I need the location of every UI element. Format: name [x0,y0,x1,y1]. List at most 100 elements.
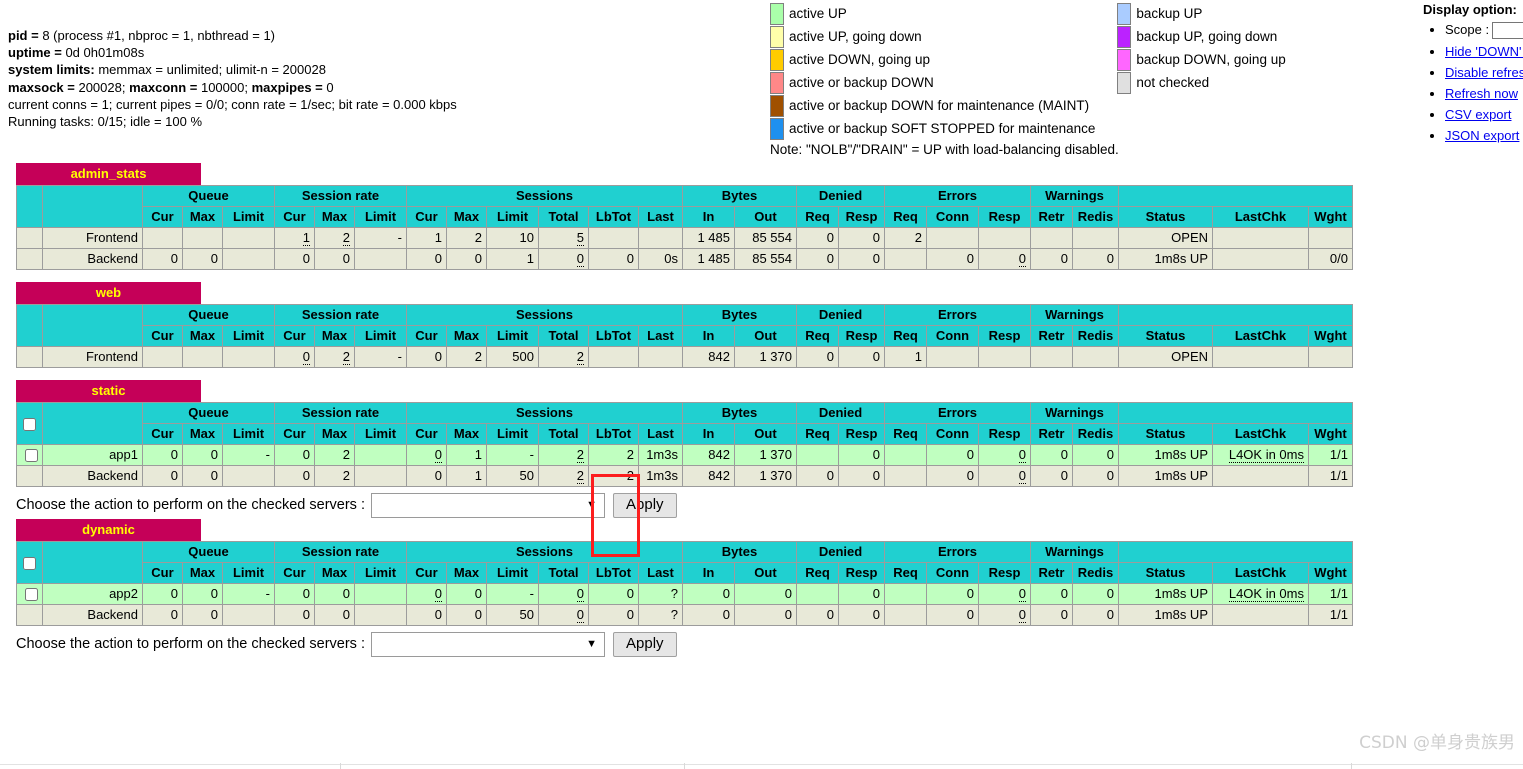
cell-in: 842 [682,465,735,487]
proxy-block: web Queue Session rate Sessions Bytes Denied E… [8,282,1523,380]
cell-cur[interactable]: 0 [274,346,315,368]
column-header-retr: Retr [1030,325,1073,347]
hide-down-servers-link[interactable]: Hide 'DOWN' servers [1445,44,1523,59]
cell-cur[interactable]: 1 [274,227,315,249]
cell-tooltip-value[interactable]: 5 [576,230,584,246]
scope-input[interactable] [1492,22,1523,40]
column-header-out: Out [734,325,797,347]
cell-limit: - [486,583,539,605]
cell-redis [1072,346,1119,368]
cell-last: 1m3s [638,444,683,466]
cell-cur[interactable]: 0 [406,444,447,466]
cell-tooltip-value[interactable]: 0 [576,586,584,602]
column-group-warnings: Warnings [1030,402,1119,424]
disable-refresh-link[interactable]: Disable refresh [1445,65,1523,80]
cell-redis: 0 [1072,248,1119,270]
refresh-now-item[interactable]: Refresh now [1445,86,1523,102]
cell-total[interactable]: 0 [538,248,589,270]
cell-tooltip-value[interactable]: 0 [576,607,584,623]
cell-tooltip-value[interactable]: 0 [1018,586,1026,602]
lastchk-tooltip[interactable]: L4OK in 0ms [1228,586,1304,602]
cell-tooltip-value[interactable]: 0 [576,251,584,267]
cell-total[interactable]: 0 [538,583,589,605]
cell-lastchk[interactable]: L4OK in 0ms [1212,444,1309,466]
cell-total[interactable]: 0 [538,604,589,626]
cell-tooltip-value[interactable]: 2 [576,468,584,484]
cell-resp[interactable]: 0 [978,604,1031,626]
cell-lastchk [1212,604,1309,626]
cell-resp[interactable]: 0 [978,465,1031,487]
column-header-limit: Limit [486,562,539,584]
csv-export-item[interactable]: CSV export [1445,107,1523,123]
cell-lastchk[interactable]: L4OK in 0ms [1212,583,1309,605]
cell-tooltip-value[interactable]: 1 [302,230,310,246]
cell-req [884,444,927,466]
column-group-bytes: Bytes [682,304,797,326]
cell-tooltip-value[interactable]: 2 [342,349,350,365]
cell-tooltip-value[interactable]: 0 [302,349,310,365]
cell-total[interactable]: 2 [538,346,589,368]
csv-export-link[interactable]: CSV export [1445,107,1511,122]
cell-tooltip-value[interactable]: 2 [576,349,584,365]
column-header-max: Max [182,423,223,445]
cell-req [796,444,839,466]
cell-tooltip-value[interactable]: 0 [1018,251,1026,267]
row-select-cell[interactable] [16,444,43,466]
cell-max: 0 [314,583,355,605]
cell-tooltip-value[interactable]: 0 [434,447,442,463]
column-header-req: Req [796,206,839,228]
row-select-checkbox[interactable] [25,588,38,602]
row-name: Backend [42,248,143,270]
cell-tooltip-value[interactable]: 0 [1018,607,1026,623]
cell-total[interactable]: 5 [538,227,589,249]
action-select[interactable] [371,492,605,518]
column-header-limit: Limit [354,325,407,347]
column-header-total: Total [538,325,589,347]
cell-retr: 0 [1030,465,1073,487]
cell-limit [354,444,407,466]
process-info-key: uptime = [8,45,66,61]
apply-button[interactable]: Apply [613,631,677,657]
column-header-conn: Conn [926,562,979,584]
process-info-key: maxsock = [8,79,79,95]
select-all-checkbox[interactable] [23,556,36,570]
lastchk-tooltip[interactable]: L4OK in 0ms [1228,447,1304,463]
cell-resp[interactable]: 0 [978,248,1031,270]
cell-tooltip-value[interactable]: 0 [1018,468,1026,484]
cell-req: 1 [884,346,927,368]
row-select-checkbox[interactable] [25,449,38,463]
cell-tooltip-value[interactable]: 0 [1018,447,1026,463]
select-all-header[interactable] [16,402,43,445]
apply-button[interactable]: Apply [613,492,677,518]
cell-total[interactable]: 2 [538,444,589,466]
cell-max[interactable]: 2 [314,227,355,249]
hide-down-servers-item[interactable]: Hide 'DOWN' servers [1445,44,1523,60]
column-group-queue: Queue [142,541,275,563]
cell-tooltip-value[interactable]: 0 [434,586,442,602]
refresh-now-link[interactable]: Refresh now [1445,86,1518,101]
column-header-status: Status [1118,206,1213,228]
cell-max [182,346,223,368]
cell-max[interactable]: 2 [314,346,355,368]
cell-total[interactable]: 2 [538,465,589,487]
row-select-cell[interactable] [16,583,43,605]
action-select[interactable] [371,631,605,657]
disable-refresh-item[interactable]: Disable refresh [1445,65,1523,81]
proxy-title-admin_stats: admin_stats [16,163,201,185]
select-all-header[interactable] [16,541,43,584]
column-header-max: Max [182,325,223,347]
cell-tooltip-value[interactable]: 2 [576,447,584,463]
cell-resp[interactable]: 0 [978,444,1031,466]
cell-tooltip-value[interactable]: 2 [342,230,350,246]
server-name-header [42,304,143,347]
cell-resp[interactable]: 0 [978,583,1031,605]
process-info-line: Running tasks: 0/15; idle = 100 % [8,113,457,130]
cell-resp [978,346,1031,368]
cell-cur[interactable]: 0 [406,583,447,605]
json-export-item[interactable]: JSON export [1445,128,1523,144]
column-header-cur: Cur [406,423,447,445]
cell-limit [222,604,275,626]
select-all-checkbox[interactable] [23,417,36,431]
cell-limit: - [354,227,407,249]
json-export-link[interactable]: JSON export [1445,128,1519,143]
